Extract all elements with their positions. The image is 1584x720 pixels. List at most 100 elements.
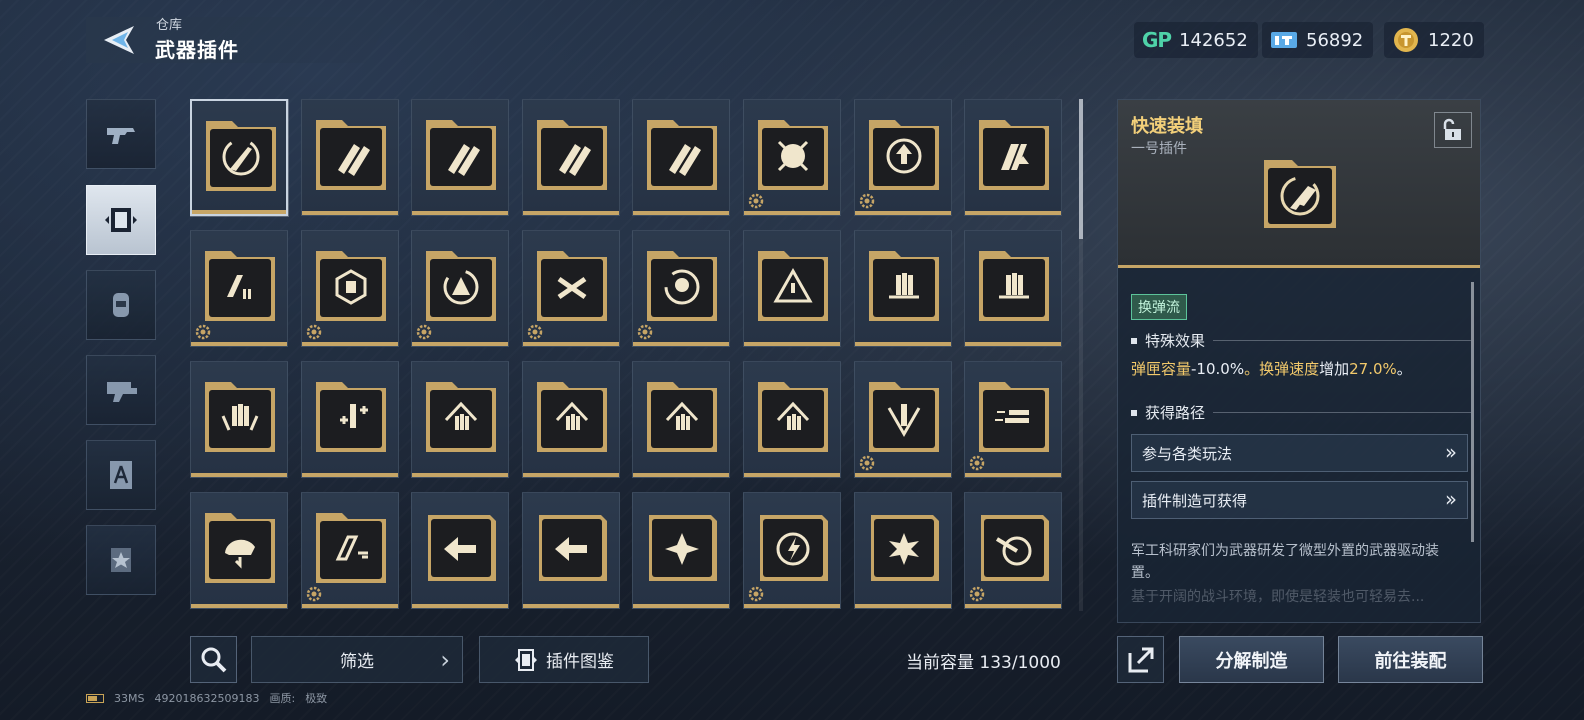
plugin-tile[interactable] — [964, 230, 1062, 347]
plugin-tile[interactable] — [522, 361, 620, 478]
route-heading: 获得路径 — [1131, 402, 1471, 423]
plugin-tile[interactable] — [190, 99, 288, 216]
capsule-icon — [113, 293, 129, 317]
plugin-name: 快速装填 — [1131, 116, 1203, 137]
plugin-tile[interactable] — [854, 99, 952, 216]
search-button[interactable] — [190, 636, 237, 683]
catalog-icon — [515, 648, 537, 671]
currency-coin[interactable]: 1220 — [1384, 22, 1484, 58]
nav-weapons[interactable] — [86, 99, 156, 169]
double-chevron-icon: ›› — [1445, 440, 1457, 464]
plugin-tile[interactable] — [522, 230, 620, 347]
rarity-bar — [633, 342, 729, 346]
plugin-tile[interactable] — [190, 492, 288, 609]
catalog-button[interactable]: 插件图鉴 — [479, 636, 649, 683]
decompose-button[interactable]: 分解制造 — [1179, 636, 1324, 683]
effect-value-1: -10.0% — [1191, 360, 1245, 378]
effect-text: 弹匣容量-10.0%。换弹速度增加27.0%。 — [1131, 358, 1412, 379]
plugin-tile[interactable] — [190, 361, 288, 478]
rarity-bar — [965, 211, 1061, 215]
gear-icon — [748, 586, 764, 602]
rarity-bar — [855, 604, 951, 608]
plugin-tile[interactable] — [743, 361, 841, 478]
filter-button[interactable]: 筛选 › — [251, 636, 463, 683]
rarity-bar — [302, 211, 398, 215]
plugin-tile[interactable] — [964, 361, 1062, 478]
plugin-tile[interactable] — [964, 492, 1062, 609]
plugin-tile[interactable] — [632, 99, 730, 216]
rarity-bar — [855, 211, 951, 215]
plugin-tile[interactable] — [301, 361, 399, 478]
export-button[interactable] — [1117, 636, 1164, 683]
gun-part-icon — [107, 382, 137, 402]
plugin-tile[interactable] — [632, 361, 730, 478]
playstyle-tag: 换弹流 — [1131, 294, 1187, 320]
gear-icon — [637, 324, 653, 340]
plugin-description-more: 基于开阔的战斗环境，即使是轻装也可轻易去... — [1131, 589, 1425, 605]
quality-value: 极致 — [305, 692, 328, 705]
nav-capsules[interactable] — [86, 270, 156, 340]
back-button[interactable] — [98, 20, 140, 60]
star-frame-icon — [649, 515, 717, 581]
currency-value: 142652 — [1179, 29, 1248, 51]
route-gameplay-button[interactable]: 参与各类玩法 ›› — [1131, 434, 1468, 472]
plugin-subtitle: 一号插件 — [1131, 141, 1187, 157]
rarity-bar — [855, 342, 951, 346]
plugin-tile[interactable] — [632, 492, 730, 609]
effect-stat-2: 换弹速度 — [1259, 360, 1320, 378]
battery-icon — [86, 693, 104, 703]
house-rounds-icon — [537, 382, 607, 452]
status-footer: 33MS 492018632509183 画质: 极致 — [86, 690, 327, 706]
mag-swap-icon — [316, 513, 386, 583]
plugin-tile[interactable] — [743, 492, 841, 609]
currency-gp[interactable]: GP 142652 — [1134, 22, 1258, 58]
plugin-preview-icon — [1264, 160, 1336, 228]
speed-rounds-icon — [979, 382, 1049, 452]
rarity-bar — [191, 342, 287, 346]
route-craft-button[interactable]: 插件制造可获得 ›› — [1131, 481, 1468, 519]
hex-network-icon — [316, 251, 386, 321]
rocket-reload-icon — [206, 121, 276, 191]
gear-icon — [859, 455, 875, 471]
plugin-tile[interactable] — [522, 99, 620, 216]
plugin-tile[interactable] — [743, 99, 841, 216]
effect-value-2: 27.0% — [1349, 360, 1397, 378]
plugin-tile[interactable] — [743, 230, 841, 347]
plugin-tile[interactable] — [301, 230, 399, 347]
star-card-icon — [111, 548, 131, 572]
plugin-tile[interactable] — [411, 492, 509, 609]
rarity-bar — [633, 211, 729, 215]
rarity-bar — [965, 342, 1061, 346]
pistol-icon — [107, 128, 135, 144]
grid-scrollbar-thumb[interactable] — [1079, 99, 1083, 239]
nav-badges[interactable] — [86, 525, 156, 595]
gp-icon: GP — [1142, 28, 1172, 52]
plugin-tile[interactable] — [522, 492, 620, 609]
plugin-tile[interactable] — [964, 99, 1062, 216]
nav-plugins[interactable] — [86, 185, 156, 255]
nav-blueprints[interactable] — [86, 440, 156, 510]
plugin-grid — [190, 99, 1070, 611]
plugin-tile[interactable] — [411, 99, 509, 216]
rarity-bar — [965, 473, 1061, 477]
plugin-tile[interactable] — [854, 230, 952, 347]
skull-cycle-icon — [647, 251, 717, 321]
plugin-tile[interactable] — [301, 492, 399, 609]
lock-button[interactable] — [1434, 112, 1472, 148]
plugin-tile[interactable] — [190, 230, 288, 347]
plugin-tile[interactable] — [411, 230, 509, 347]
nav-parts[interactable] — [86, 355, 156, 425]
plugin-tile[interactable] — [301, 99, 399, 216]
plugin-tile[interactable] — [854, 492, 952, 609]
capacity-text: 当前容量 133/1000 — [906, 653, 1061, 673]
plugin-tile[interactable] — [632, 230, 730, 347]
plugin-description: 军工科研家们为武器研发了微型外置的武器驱动装置。 — [1131, 543, 1439, 581]
plugin-tile[interactable] — [411, 361, 509, 478]
currency-ticket[interactable]: 56892 — [1262, 22, 1374, 58]
rarity-bar — [523, 342, 619, 346]
rarity-bar — [412, 473, 508, 477]
plugin-tile[interactable] — [854, 361, 952, 478]
detail-scrollbar[interactable] — [1471, 282, 1474, 542]
equip-button[interactable]: 前往装配 — [1338, 636, 1483, 683]
rarity-bar — [412, 604, 508, 608]
